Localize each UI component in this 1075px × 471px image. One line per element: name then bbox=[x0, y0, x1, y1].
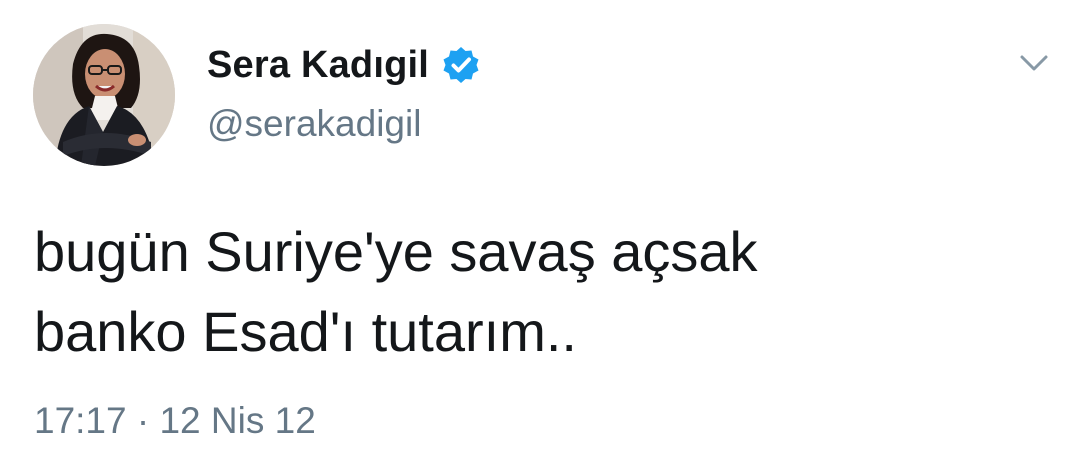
meta-separator: · bbox=[136, 400, 150, 441]
chevron-down-icon[interactable] bbox=[1016, 48, 1052, 78]
tweet-time: 17:17 bbox=[34, 400, 127, 441]
profile-photo-icon bbox=[33, 24, 175, 166]
tweet-text: bugün Suriye'ye savaş açsak banko Esad'ı… bbox=[34, 212, 1034, 372]
author-name-row[interactable]: Sera Kadıgil bbox=[207, 40, 481, 90]
tweet-text-line: bugün Suriye'ye savaş açsak bbox=[34, 220, 758, 283]
tweet-timestamp[interactable]: 17:17 · 12 Nis 12 bbox=[34, 400, 316, 442]
tweet-date: 12 Nis 12 bbox=[159, 400, 316, 441]
verified-badge-icon bbox=[441, 45, 481, 85]
avatar[interactable] bbox=[33, 24, 175, 166]
display-name[interactable]: Sera Kadıgil bbox=[207, 44, 429, 87]
tweet-card: Sera Kadıgil @serakadigil bugün Suriye'y… bbox=[0, 0, 1075, 471]
author-handle[interactable]: @serakadigil bbox=[207, 103, 421, 145]
tweet-text-line: banko Esad'ı tutarım.. bbox=[34, 300, 577, 363]
